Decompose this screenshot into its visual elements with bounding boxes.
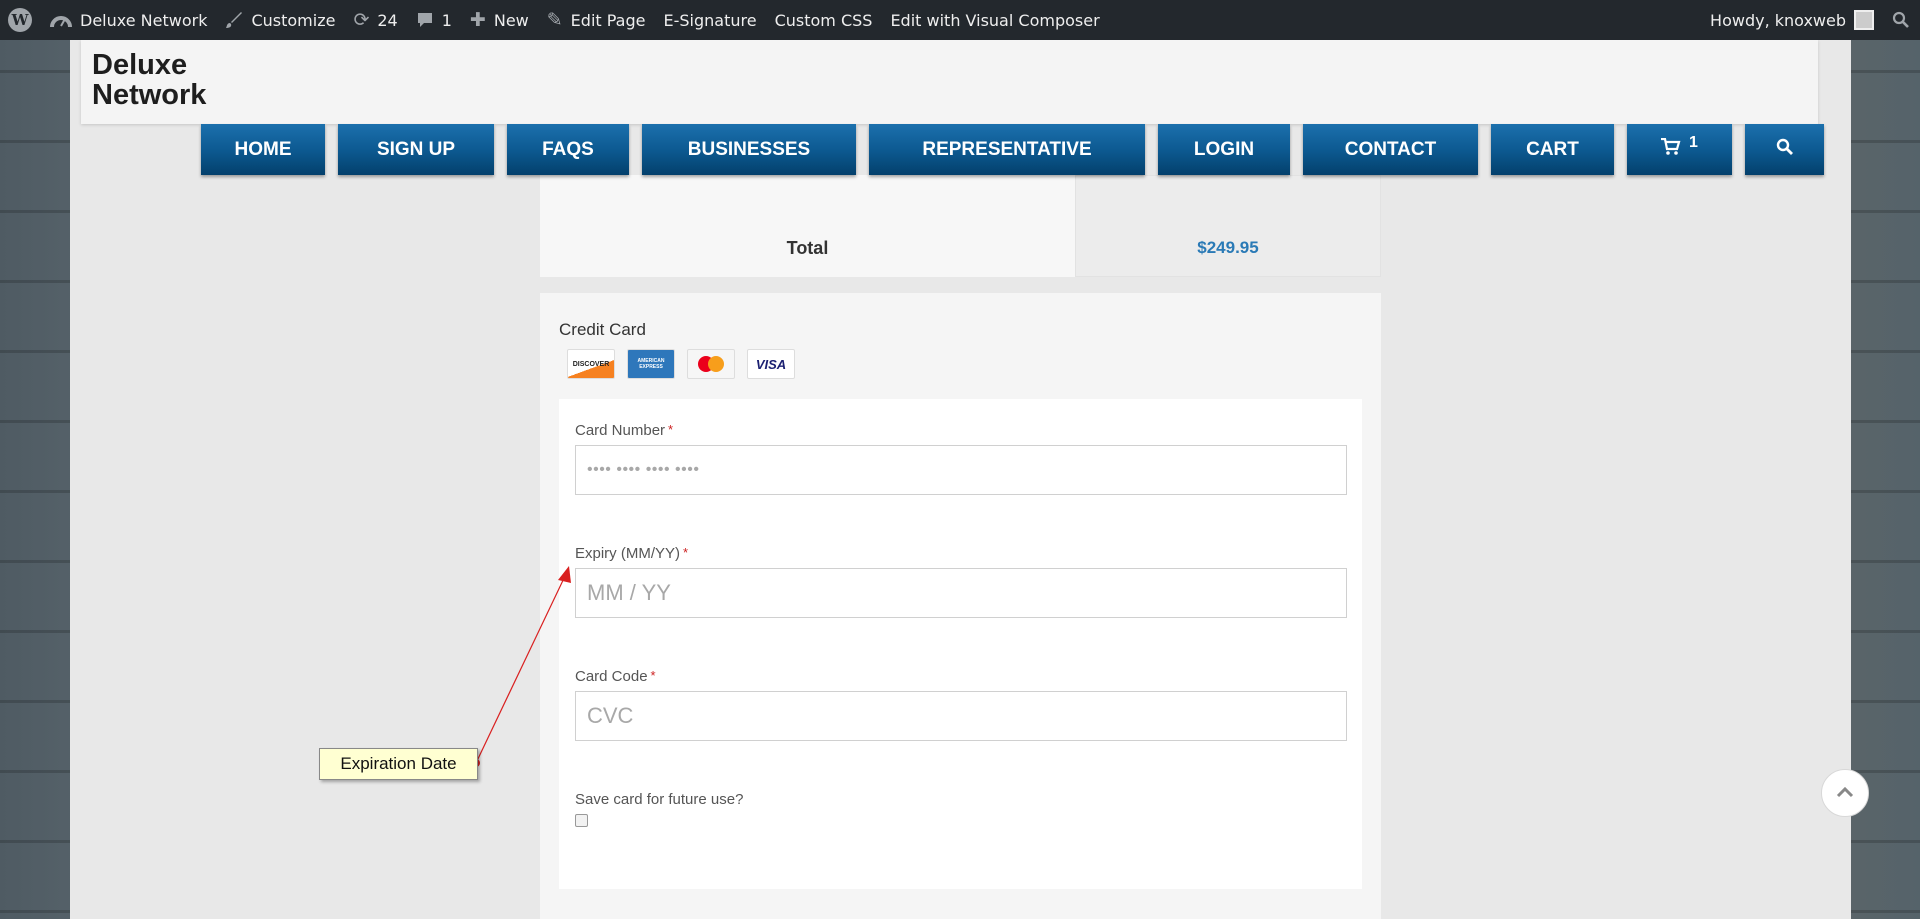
card-code-label: Card Code * — [575, 668, 656, 685]
customize-label: Customize — [251, 10, 336, 30]
expiry-placeholder: MM / YY — [587, 580, 671, 605]
esignature-link[interactable]: E-Signature — [654, 0, 765, 40]
nav-businesses-label: BUSINESSES — [687, 138, 811, 160]
save-card-checkbox[interactable] — [575, 814, 588, 827]
nav-contact[interactable]: CONTACT — [1303, 124, 1478, 175]
comments-link[interactable]: 1 — [407, 0, 461, 40]
admin-bar: W Deluxe Network Customize ⟳ 24 1 ✚ New … — [0, 0, 1920, 40]
amex-card-icon: AMERICAN EXPRESS — [627, 349, 675, 379]
updates-link[interactable]: ⟳ 24 — [344, 0, 406, 40]
site-header: Deluxe Network — [81, 40, 1818, 124]
nav-sign-up-label: SIGN UP — [376, 138, 456, 160]
howdy-label: Howdy, knoxweb — [1710, 10, 1846, 30]
wp-logo-menu[interactable]: W — [0, 0, 41, 40]
site-title-line2: Network — [92, 79, 207, 111]
expiry-input[interactable]: MM / YY — [575, 568, 1347, 618]
nav-contact-label: CONTACT — [1344, 138, 1437, 160]
nav-cart-icon-button[interactable]: 1 — [1627, 124, 1732, 175]
nav-faqs-label: FAQS — [542, 138, 594, 160]
my-account-menu[interactable]: Howdy, knoxweb — [1701, 0, 1883, 40]
updates-icon: ⟳ — [353, 9, 370, 31]
nav-sign-up[interactable]: SIGN UP — [338, 124, 494, 175]
search-icon — [1776, 138, 1794, 162]
nav-representative-label: REPRESENTATIVE — [922, 138, 1092, 160]
updates-count: 24 — [377, 10, 398, 30]
visual-composer-link[interactable]: Edit with Visual Composer — [881, 0, 1108, 40]
comment-icon — [416, 11, 434, 29]
mastercard-card-icon — [687, 349, 735, 379]
paintbrush-icon — [225, 11, 243, 29]
avatar — [1854, 10, 1874, 30]
card-number-label: Card Number * — [575, 422, 674, 439]
search-icon — [1892, 11, 1910, 29]
comments-count: 1 — [441, 10, 452, 30]
nav-businesses[interactable]: BUSINESSES — [642, 124, 856, 175]
page-container: Deluxe Network HOME SIGN UP FAQS BUSINES… — [70, 40, 1851, 919]
annotation-callout: Expiration Date — [319, 748, 478, 780]
visa-card-icon: VISA — [747, 349, 795, 379]
esignature-label: E-Signature — [663, 10, 757, 30]
admin-search[interactable] — [1883, 0, 1920, 40]
pencil-icon: ✎ — [546, 9, 563, 31]
required-mark: * — [668, 422, 674, 437]
dashboard-icon — [50, 11, 72, 29]
nav-login-label: LOGIN — [1193, 138, 1255, 160]
order-total-row: Total $249.95 — [540, 175, 1381, 277]
shopping-cart-icon — [1661, 137, 1681, 162]
card-number-input[interactable]: •••• •••• •••• •••• — [575, 445, 1347, 495]
scroll-to-top-button[interactable] — [1821, 769, 1869, 817]
save-card-label: Save card for future use? — [575, 791, 744, 808]
site-name-menu[interactable]: Deluxe Network — [41, 0, 216, 40]
payment-method-title: Credit Card — [559, 320, 646, 339]
accepted-cards: DISCOVER AMERICAN EXPRESS VISA — [567, 349, 807, 379]
custom-css-label: Custom CSS — [774, 10, 873, 30]
visual-composer-label: Edit with Visual Composer — [890, 10, 1100, 30]
nav-login[interactable]: LOGIN — [1158, 124, 1290, 175]
plus-icon: ✚ — [469, 9, 486, 31]
chevron-up-icon — [1835, 782, 1855, 805]
nav-search-button[interactable] — [1745, 124, 1824, 175]
required-mark: * — [683, 545, 689, 560]
customize-link[interactable]: Customize — [216, 0, 344, 40]
wordpress-icon: W — [8, 8, 32, 32]
nav-home-label: HOME — [234, 138, 292, 160]
total-label: Total — [540, 175, 1075, 277]
total-value: $249.95 — [1075, 175, 1381, 277]
nav-representative[interactable]: REPRESENTATIVE — [869, 124, 1145, 175]
edit-page-link[interactable]: ✎ Edit Page — [538, 0, 655, 40]
site-title-line1: Deluxe — [92, 49, 188, 81]
nav-home[interactable]: HOME — [201, 124, 325, 175]
card-number-placeholder: •••• •••• •••• •••• — [587, 461, 700, 478]
nav-cart[interactable]: CART — [1491, 124, 1614, 175]
cart-count-badge: 1 — [1689, 133, 1698, 151]
new-content-menu[interactable]: ✚ New — [461, 0, 538, 40]
discover-card-icon: DISCOVER — [567, 349, 615, 379]
card-form: Card Number * •••• •••• •••• •••• Expiry … — [559, 399, 1362, 889]
card-code-placeholder: CVC — [587, 703, 634, 728]
nav-cart-label: CART — [1526, 138, 1579, 160]
main-nav: HOME SIGN UP FAQS BUSINESSES REPRESENTAT… — [201, 124, 1824, 175]
payment-section: Credit Card DISCOVER AMERICAN EXPRESS VI… — [540, 293, 1381, 919]
expiry-label: Expiry (MM/YY) * — [575, 545, 689, 562]
required-mark: * — [650, 668, 656, 683]
nav-faqs[interactable]: FAQS — [507, 124, 629, 175]
site-title[interactable]: Deluxe Network — [92, 50, 232, 110]
new-label: New — [493, 10, 529, 30]
card-code-input[interactable]: CVC — [575, 691, 1347, 741]
custom-css-link[interactable]: Custom CSS — [766, 0, 882, 40]
site-name-label: Deluxe Network — [80, 10, 208, 30]
edit-page-label: Edit Page — [570, 10, 646, 30]
